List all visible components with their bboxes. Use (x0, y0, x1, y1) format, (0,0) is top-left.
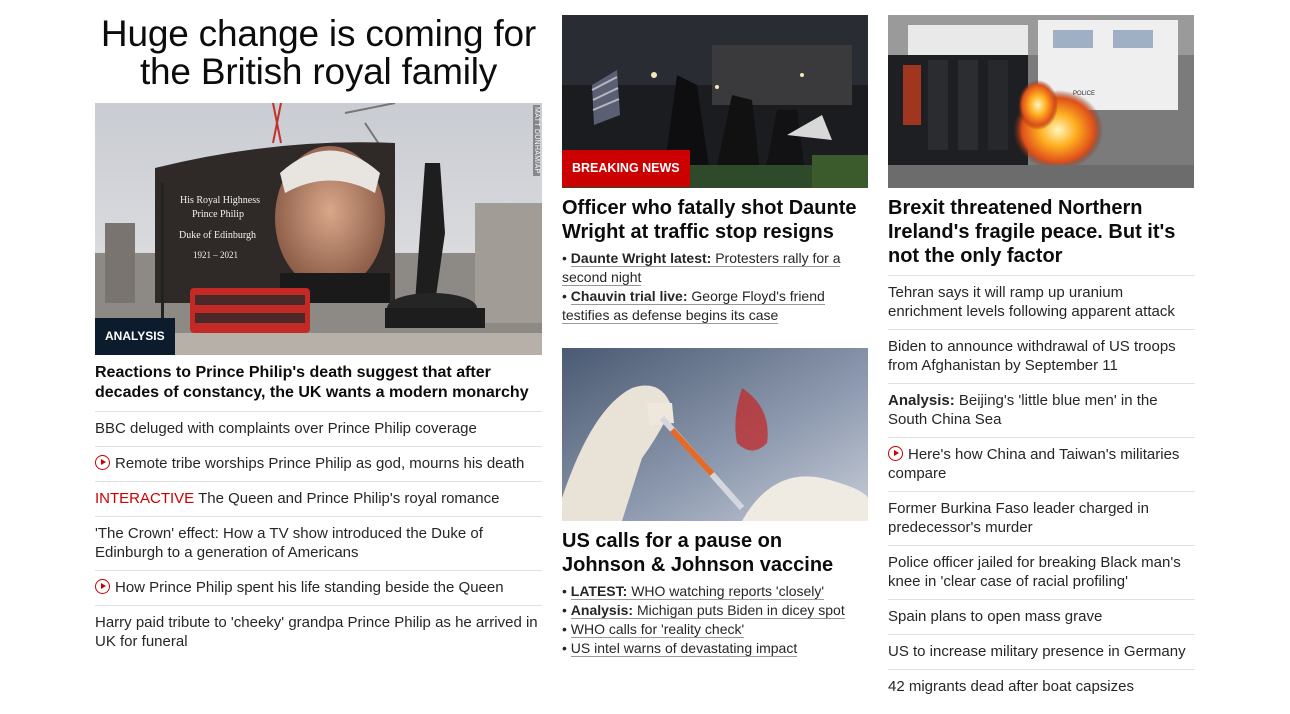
bullet-kicker: LATEST: (570, 583, 628, 599)
list-item[interactable]: Here's how China and Taiwan's militaries… (888, 437, 1195, 491)
story-link[interactable]: Spain plans to open mass grave (888, 608, 1102, 625)
riot-police-photo: POLICE (888, 15, 1194, 188)
list-item[interactable]: INTERACTIVE The Queen and Prince Philip'… (95, 481, 542, 516)
analysis-badge: ANALYSIS (95, 318, 175, 355)
world-story-list: Tehran says it will ramp up uranium enri… (888, 275, 1195, 704)
vaccine-image[interactable] (562, 348, 868, 521)
story-link[interactable]: US to increase military presence in Germ… (888, 643, 1186, 660)
story-link[interactable]: How Prince Philip spent his life standin… (115, 579, 504, 596)
northern-ireland-image[interactable]: POLICE (888, 15, 1194, 188)
list-item[interactable]: US to increase military presence in Germ… (888, 634, 1195, 669)
list-item[interactable]: Spain plans to open mass grave (888, 599, 1195, 634)
bullet-link[interactable]: WHO calls for 'reality check' (571, 621, 744, 637)
protest-image[interactable]: BREAKING NEWS (562, 15, 868, 188)
story-link[interactable]: Tehran says it will ramp up uranium enri… (888, 284, 1175, 320)
story-link[interactable]: Here's how China and Taiwan's militaries… (888, 446, 1179, 482)
vaccine-syringe-photo (562, 348, 868, 521)
bullet-item[interactable]: • Analysis: Michigan puts Biden in dicey… (562, 601, 868, 620)
list-item[interactable]: 'The Crown' effect: How a TV show introd… (95, 516, 542, 570)
story-link[interactable]: The Queen and Prince Philip's royal roma… (198, 490, 499, 507)
list-item[interactable]: BBC deluged with complaints over Prince … (95, 411, 542, 446)
billboard-line-4: 1921 – 2021 (193, 250, 238, 260)
bullet-item[interactable]: • LATEST: WHO watching reports 'closely' (562, 582, 868, 601)
prince-philip-image[interactable]: His Royal Highness Prince Philip Duke of… (95, 103, 542, 355)
royal-family-section: Huge change is coming for the British ro… (95, 14, 542, 659)
breaking-news-badge: BREAKING NEWS (562, 150, 690, 187)
story-link[interactable]: Police officer jailed for breaking Black… (888, 554, 1181, 590)
royal-story-list: BBC deluged with complaints over Prince … (95, 411, 542, 659)
list-item[interactable]: Biden to announce withdrawal of US troop… (888, 329, 1195, 383)
billboard-line-2: Prince Philip (192, 209, 244, 220)
bullet-link[interactable]: Michigan puts Biden in dicey spot (637, 602, 845, 618)
list-item[interactable]: How Prince Philip spent his life standin… (95, 570, 542, 605)
play-icon (95, 579, 110, 594)
story-link[interactable]: Remote tribe worships Prince Philip as g… (115, 455, 524, 472)
bullet-kicker: Analysis: (570, 602, 634, 618)
world-news-section: POLICE Brexit threatened Northern Irelan… (888, 15, 1195, 704)
story-link[interactable]: Biden to announce withdrawal of US troop… (888, 338, 1176, 374)
list-item[interactable]: Police officer jailed for breaking Black… (888, 545, 1195, 599)
brexit-headline[interactable]: Brexit threatened Northern Ireland's fra… (888, 196, 1195, 268)
bullet-item[interactable]: • US intel warns of devastating impact (562, 639, 868, 658)
vaccine-headline[interactable]: US calls for a pause on Johnson & Johnso… (562, 529, 868, 577)
story-link[interactable]: 'The Crown' effect: How a TV show introd… (95, 525, 483, 561)
bullet-item[interactable]: • WHO calls for 'reality check' (562, 620, 868, 639)
list-item[interactable]: Analysis: Beijing's 'little blue men' in… (888, 383, 1195, 437)
photo-credit: MATT DUNHAM/AP (533, 105, 540, 176)
story-link[interactable]: 42 migrants dead after boat capsizes (888, 678, 1134, 695)
vaccine-bullets: • LATEST: WHO watching reports 'closely'… (562, 582, 868, 658)
list-item[interactable]: Remote tribe worships Prince Philip as g… (95, 446, 542, 481)
bullet-kicker: Daunte Wright latest: (570, 250, 712, 266)
bullet-kicker: Chauvin trial live: (570, 288, 688, 304)
bullet-link[interactable]: WHO watching reports 'closely' (631, 583, 824, 599)
billboard-line-1: His Royal Highness (180, 195, 260, 206)
section-title[interactable]: Huge change is coming for the British ro… (95, 14, 542, 91)
interactive-label: INTERACTIVE (95, 490, 195, 507)
analysis-label: Analysis: (888, 392, 955, 409)
list-item[interactable]: 42 migrants dead after boat capsizes (888, 669, 1195, 704)
list-item[interactable]: Harry paid tribute to 'cheeky' grandpa P… (95, 605, 542, 659)
daunte-wright-headline[interactable]: Officer who fatally shot Daunte Wright a… (562, 196, 868, 244)
bullet-item[interactable]: • Daunte Wright latest: Protesters rally… (562, 249, 868, 287)
story-link[interactable]: Former Burkina Faso leader charged in pr… (888, 500, 1149, 536)
list-item[interactable]: Tehran says it will ramp up uranium enri… (888, 275, 1195, 329)
bullet-link[interactable]: US intel warns of devastating impact (571, 640, 797, 656)
play-icon (888, 446, 903, 461)
story-link[interactable]: Harry paid tribute to 'cheeky' grandpa P… (95, 614, 538, 650)
bullet-item[interactable]: • Chauvin trial live: George Floyd's fri… (562, 287, 868, 325)
play-icon (95, 455, 110, 470)
list-item[interactable]: Former Burkina Faso leader charged in pr… (888, 491, 1195, 545)
us-news-section: BREAKING NEWS Officer who fatally shot D… (562, 15, 868, 658)
billboard-line-3: Duke of Edinburgh (179, 230, 256, 241)
lead-story-headline[interactable]: Reactions to Prince Philip's death sugge… (95, 363, 542, 403)
story-link[interactable]: BBC deluged with complaints over Prince … (95, 420, 477, 437)
related-bullets: • Daunte Wright latest: Protesters rally… (562, 249, 868, 325)
